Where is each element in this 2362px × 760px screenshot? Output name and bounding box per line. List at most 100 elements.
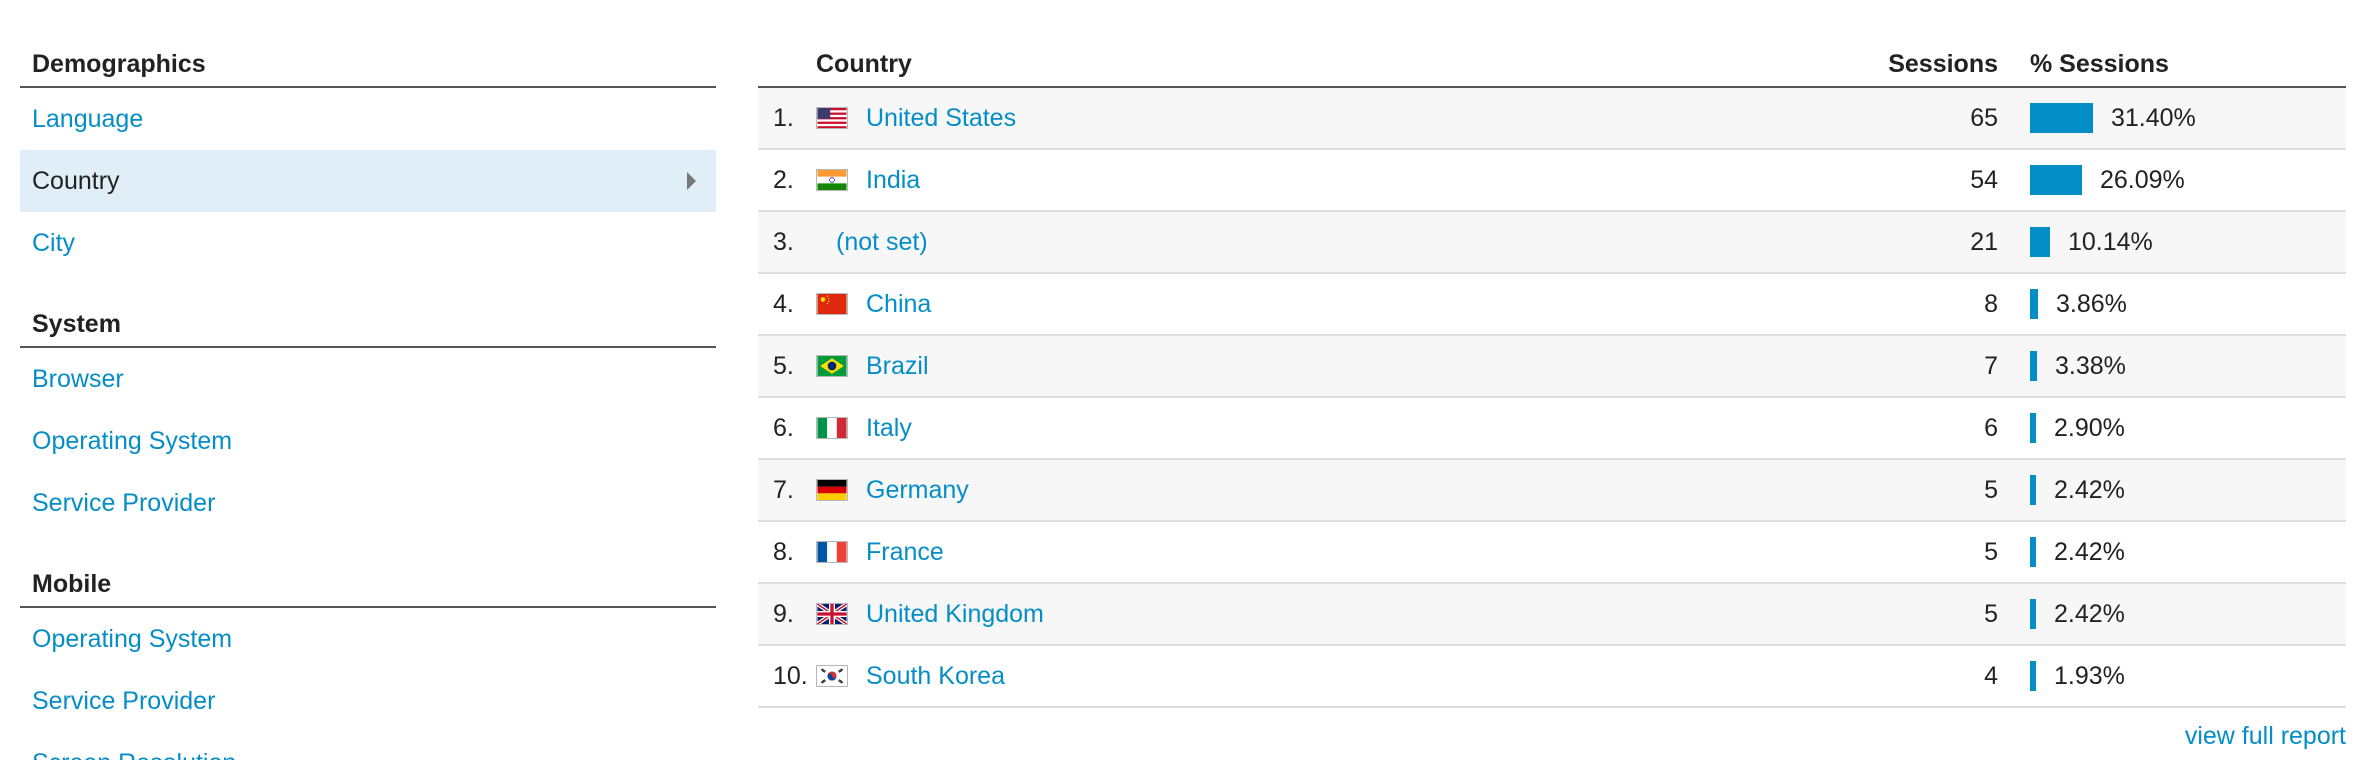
session-share-bar	[2030, 413, 2036, 443]
row-pct-sessions-cell: 31.40%	[1998, 103, 2346, 133]
pct-sessions-value: 2.42%	[2054, 537, 2125, 566]
nav-item-mobile-operating-system[interactable]: Operating System	[20, 608, 716, 670]
pct-sessions-value: 26.09%	[2100, 165, 2185, 194]
pct-sessions-value: 31.40%	[2111, 103, 2196, 132]
country-link[interactable]: Germany	[866, 476, 969, 505]
row-country-cell: Germany	[816, 476, 1658, 505]
table-header: Country Sessions % Sessions	[758, 38, 2346, 88]
session-share-bar	[2030, 537, 2036, 567]
pct-sessions-value: 2.90%	[2054, 413, 2125, 442]
row-pct-sessions-cell: 2.42%	[1998, 475, 2346, 505]
nav-item-country[interactable]: Country	[20, 150, 716, 212]
row-rank: 7.	[773, 475, 794, 504]
row-country-cell: Brazil	[816, 352, 1658, 381]
country-link[interactable]: India	[866, 166, 920, 195]
report-navigation: Demographics Language Country City Syste…	[20, 38, 716, 760]
row-rank: 1.	[773, 103, 794, 132]
session-share-bar	[2030, 227, 2050, 257]
session-share-bar	[2030, 165, 2082, 195]
rank-column-header	[758, 38, 816, 86]
country-link[interactable]: United States	[866, 104, 1016, 133]
table-row: 6. Italy 6 2.90%	[758, 398, 2346, 460]
row-pct-sessions-cell: 2.90%	[1998, 413, 2346, 443]
table-body: 1. United States 65 31.40% 2. India 5 4 26.09% 3.…	[758, 88, 2346, 708]
table-row: 7. Germany 5 2.42%	[758, 460, 2346, 522]
nav-item-language[interactable]: Language	[20, 88, 716, 150]
table-row: 8. France 5 2.42%	[758, 522, 2346, 584]
country-link[interactable]: China	[866, 290, 931, 319]
row-pct-sessions-cell: 2.42%	[1998, 537, 2346, 567]
session-share-bar	[2030, 599, 2036, 629]
row-pct-sessions-cell: 10.14%	[1998, 227, 2346, 257]
table-row: 9. United Kingdom 5 2.42%	[758, 584, 2346, 646]
row-country-cell: United States	[816, 104, 1658, 133]
us-flag-icon	[816, 107, 848, 129]
row-rank: 6.	[773, 413, 794, 442]
view-full-report-link[interactable]: view full report	[2185, 722, 2346, 751]
germany-flag-icon	[816, 479, 848, 501]
pct-sessions-value: 10.14%	[2068, 227, 2153, 256]
nav-item-screen-resolution[interactable]: Screen Resolution	[20, 732, 716, 760]
row-pct-sessions-cell: 1.93%	[1998, 661, 2346, 691]
table-row: 10. South Korea 4 1.93%	[758, 646, 2346, 708]
nav-section-mobile: Mobile Operating System Service Provider…	[20, 558, 716, 760]
table-row: 3. (not set) 21 10.14%	[758, 212, 2346, 274]
row-rank: 4.	[773, 289, 794, 318]
nav-header-mobile: Mobile	[20, 558, 716, 608]
india-flag-icon	[816, 169, 848, 191]
session-share-bar	[2030, 103, 2093, 133]
row-country-cell: South Korea	[816, 662, 1658, 691]
table-row: 1. United States 65 31.40%	[758, 88, 2346, 150]
country-link[interactable]: France	[866, 538, 944, 567]
country-link[interactable]: Brazil	[866, 352, 929, 381]
session-share-bar	[2030, 475, 2036, 505]
nav-item-browser[interactable]: Browser	[20, 348, 716, 410]
pct-sessions-value: 1.93%	[2054, 661, 2125, 690]
row-country-cell: United Kingdom	[816, 600, 1658, 629]
row-sessions: 5	[1984, 475, 1998, 504]
nav-item-mobile-service-provider[interactable]: Service Provider	[20, 670, 716, 732]
row-sessions: 4	[1984, 661, 1998, 690]
caret-right-icon	[687, 172, 696, 190]
table-row: 2. India 54 26.09%	[758, 150, 2346, 212]
pct-sessions-value: 3.38%	[2055, 351, 2126, 380]
south-korea-flag-icon	[816, 665, 848, 687]
row-sessions: 8	[1984, 289, 1998, 318]
pct-sessions-value: 2.42%	[2054, 475, 2125, 504]
row-rank: 8.	[773, 537, 794, 566]
row-rank: 10.	[773, 661, 808, 690]
row-pct-sessions-cell: 26.09%	[1998, 165, 2346, 195]
row-country-cell: India	[816, 166, 1658, 195]
row-sessions: 6	[1984, 413, 1998, 442]
session-share-bar	[2030, 661, 2036, 691]
china-flag-icon	[816, 293, 848, 315]
nav-item-country-label: Country	[32, 167, 120, 195]
country-link[interactable]: South Korea	[866, 662, 1005, 691]
pct-sessions-value: 3.86%	[2056, 289, 2127, 318]
nav-item-operating-system[interactable]: Operating System	[20, 410, 716, 472]
table-row: 4. China 8 3.86%	[758, 274, 2346, 336]
row-rank: 2.	[773, 165, 794, 194]
row-country-cell: China	[816, 290, 1658, 319]
nav-item-city[interactable]: City	[20, 212, 716, 274]
row-pct-sessions-cell: 3.86%	[1998, 289, 2346, 319]
country-link[interactable]: United Kingdom	[866, 600, 1044, 629]
france-flag-icon	[816, 541, 848, 563]
row-pct-sessions-cell: 3.38%	[1998, 351, 2346, 381]
country-link[interactable]: (not set)	[836, 228, 928, 257]
row-rank: 5.	[773, 351, 794, 380]
session-share-bar	[2030, 351, 2037, 381]
row-country-cell: France	[816, 538, 1658, 567]
row-sessions: 21	[1970, 227, 1998, 256]
country-report-table: Country Sessions % Sessions 1. United Sta…	[758, 38, 2346, 708]
nav-header-system: System	[20, 298, 716, 348]
country-link[interactable]: Italy	[866, 414, 912, 443]
italy-flag-icon	[816, 417, 848, 439]
nav-item-service-provider[interactable]: Service Provider	[20, 472, 716, 534]
country-column-header: Country	[816, 50, 912, 78]
brazil-flag-icon	[816, 355, 848, 377]
row-sessions: 65	[1970, 103, 1998, 132]
row-country-cell: Italy	[816, 414, 1658, 443]
